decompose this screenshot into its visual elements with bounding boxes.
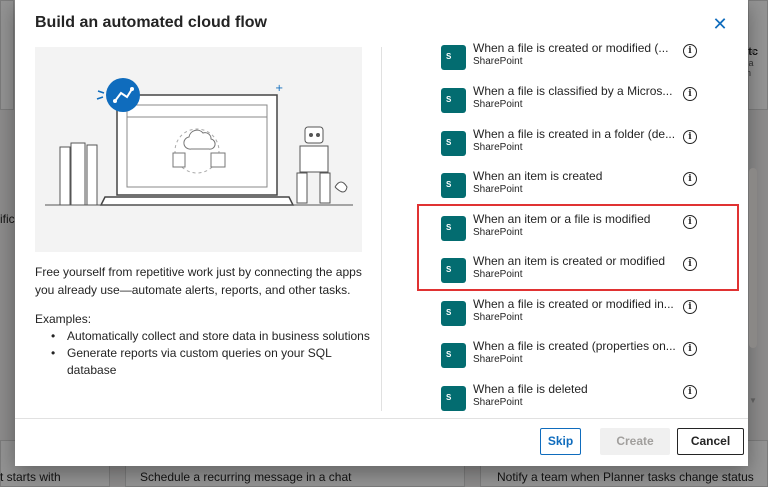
dialog-description: Free yourself from repetitive work just … — [35, 265, 362, 297]
trigger-item[interactable]: S When a file is created or modified in.… — [433, 295, 723, 337]
trigger-item[interactable]: S When an item or a file is modified Sha… — [433, 210, 723, 252]
trigger-connector: SharePoint — [473, 269, 523, 280]
examples-label: Examples: — [35, 312, 92, 326]
trigger-connector: SharePoint — [473, 99, 523, 110]
trigger-title: When an item or a file is modified — [473, 212, 651, 226]
trigger-connector: SharePoint — [473, 397, 523, 408]
sharepoint-icon: S — [441, 301, 466, 326]
trigger-item[interactable]: S When an item is created SharePoint i — [433, 167, 723, 209]
trigger-connector: SharePoint — [473, 56, 523, 67]
info-icon[interactable]: i — [683, 385, 697, 399]
laptop-illustration: + — [45, 78, 353, 206]
examples-list: Automatically collect and store data in … — [35, 328, 370, 379]
trigger-title: When a file is created (properties on... — [473, 339, 676, 353]
example-item: Generate reports via custom queries on y… — [35, 345, 370, 379]
example-item: Automatically collect and store data in … — [35, 328, 370, 345]
flow-illustration: + — [35, 47, 362, 252]
scroll-down-arrow-icon[interactable]: ▼ — [748, 396, 758, 406]
skip-button[interactable]: Skip — [540, 428, 581, 455]
info-icon[interactable]: i — [683, 130, 697, 144]
column-divider — [381, 47, 382, 411]
trigger-item[interactable]: S When a file is created in a folder (de… — [433, 125, 723, 167]
create-button[interactable]: Create — [600, 428, 670, 455]
trigger-connector: SharePoint — [473, 184, 523, 195]
sharepoint-icon: S — [441, 45, 466, 70]
scroll-thumb[interactable] — [749, 168, 757, 348]
sharepoint-icon: S — [441, 343, 466, 368]
trigger-title: When an item is created or modified — [473, 254, 666, 268]
footer-divider — [15, 418, 748, 419]
trigger-list: S When a file is created or modified (..… — [433, 39, 733, 411]
sharepoint-icon: S — [441, 386, 466, 411]
info-icon[interactable]: i — [683, 172, 697, 186]
sharepoint-icon: S — [441, 258, 466, 283]
trigger-item[interactable]: S When a file is created (properties on.… — [433, 337, 723, 379]
trigger-title: When a file is created or modified in... — [473, 297, 674, 311]
trigger-connector: SharePoint — [473, 354, 523, 365]
trigger-connector: SharePoint — [473, 142, 523, 153]
trigger-title: When a file is deleted — [473, 382, 588, 396]
info-icon[interactable]: i — [683, 342, 697, 356]
trigger-item[interactable]: S When an item is created or modified Sh… — [433, 252, 723, 294]
trigger-connector: SharePoint — [473, 312, 523, 323]
sharepoint-icon: S — [441, 173, 466, 198]
trigger-title: When a file is classified by a Micros... — [473, 84, 673, 98]
trigger-title: When a file is created in a folder (de..… — [473, 127, 676, 141]
trigger-title: When a file is created or modified (... — [473, 41, 669, 55]
sharepoint-icon: S — [441, 216, 466, 241]
cancel-button[interactable]: Cancel — [677, 428, 744, 455]
sharepoint-icon: S — [441, 88, 466, 113]
trigger-title: When an item is created — [473, 169, 603, 183]
info-icon[interactable]: i — [683, 87, 697, 101]
info-icon[interactable]: i — [683, 257, 697, 271]
scroll-up-arrow-icon[interactable]: ▲ — [748, 46, 758, 56]
info-icon[interactable]: i — [683, 215, 697, 229]
close-icon[interactable]: ✕ — [710, 14, 730, 34]
trigger-connector: SharePoint — [473, 227, 523, 238]
info-icon[interactable]: i — [683, 300, 697, 314]
trigger-item[interactable]: S When a file is deleted SharePoint i — [433, 380, 723, 411]
trigger-item[interactable]: S When a file is created or modified (..… — [433, 39, 723, 81]
info-icon[interactable]: i — [683, 44, 697, 58]
trigger-item[interactable]: S When a file is classified by a Micros.… — [433, 82, 723, 124]
dialog-title: Build an automated cloud flow — [35, 14, 267, 31]
trigger-list-scrollbar[interactable]: ▲ ▼ — [748, 46, 758, 411]
build-flow-dialog: Build an automated cloud flow ✕ + Free y… — [15, 0, 757, 466]
sharepoint-icon: S — [441, 131, 466, 156]
svg-text:+: + — [275, 83, 283, 94]
